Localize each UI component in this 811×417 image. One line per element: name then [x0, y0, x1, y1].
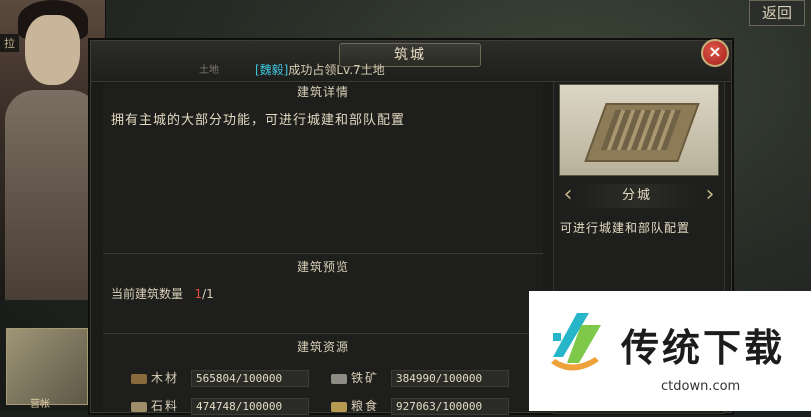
city-image: [559, 84, 719, 176]
faint-land-text: 土地: [199, 65, 219, 76]
resources-title-text: 建筑资源: [296, 340, 349, 354]
brand-url: ctdown.com: [661, 379, 741, 394]
details-title-text: 建筑详情: [296, 85, 349, 99]
wood-icon: [131, 373, 147, 384]
resource-name: 粮食: [351, 399, 380, 413]
details-panel: 建筑详情 拥有主城的大部分功能，可进行城建和部队配置 建筑预览 当前建筑数量 1…: [103, 83, 543, 415]
occupy-notice: [魏毅]成功占领Lv.7土地: [255, 61, 385, 78]
city-type-name: 分城: [574, 184, 700, 208]
divider: [103, 253, 543, 254]
grain-icon: [331, 401, 347, 412]
building-count-current: 1: [194, 287, 203, 301]
resource-wood: 木材 565804/100000: [131, 369, 309, 389]
resource-grain: 粮食 927063/100000: [331, 397, 509, 417]
details-text: 拥有主城的大部分功能，可进行城建和部队配置: [111, 113, 406, 128]
close-button[interactable]: ×: [701, 39, 729, 67]
chevron-right-icon[interactable]: ›: [700, 183, 720, 209]
camp-thumbnail-label: 营帐: [30, 399, 50, 410]
resource-name: 石料: [151, 399, 180, 413]
city-type-description: 可进行城建和部队配置: [560, 221, 691, 235]
resource-name: 木材: [151, 371, 180, 385]
preview-title-text: 建筑预览: [296, 260, 349, 274]
resource-value: 474748/100000: [191, 398, 309, 415]
resource-stone: 石料 474748/100000: [131, 397, 309, 417]
brand-logo-icon: [551, 313, 601, 371]
iron-icon: [331, 373, 347, 384]
details-section-title: 建筑详情: [103, 83, 543, 103]
watermark: 传统下载 ctdown.com: [529, 291, 811, 411]
resource-value: 927063/100000: [391, 398, 509, 415]
occupy-text: 成功占领Lv.7土地: [288, 63, 385, 77]
building-count-total: /1: [202, 287, 214, 301]
resource-value: 565804/100000: [191, 370, 309, 387]
top-left-tag: 拉: [0, 34, 19, 52]
back-button[interactable]: 返回: [749, 0, 805, 26]
divider: [103, 333, 543, 334]
resources-section-title: 建筑资源: [103, 338, 543, 358]
resource-value: 384990/100000: [391, 370, 509, 387]
resource-iron: 铁矿 384990/100000: [331, 369, 509, 389]
dialog-header: 筑城 土地 [魏毅]成功占领Lv.7土地: [91, 41, 731, 82]
stone-icon: [131, 401, 147, 412]
building-count-label: 当前建筑数量: [111, 287, 184, 301]
brand-name: 传统下载: [621, 326, 786, 370]
resource-name: 铁矿: [351, 371, 380, 385]
preview-section-title: 建筑预览: [103, 258, 543, 278]
portrait-face: [25, 15, 80, 85]
portrait-robe: [5, 90, 100, 300]
building-count: 当前建筑数量 1/1: [111, 285, 214, 302]
camp-thumbnail[interactable]: [6, 328, 88, 405]
alliance-tag: [魏毅]: [255, 63, 289, 77]
